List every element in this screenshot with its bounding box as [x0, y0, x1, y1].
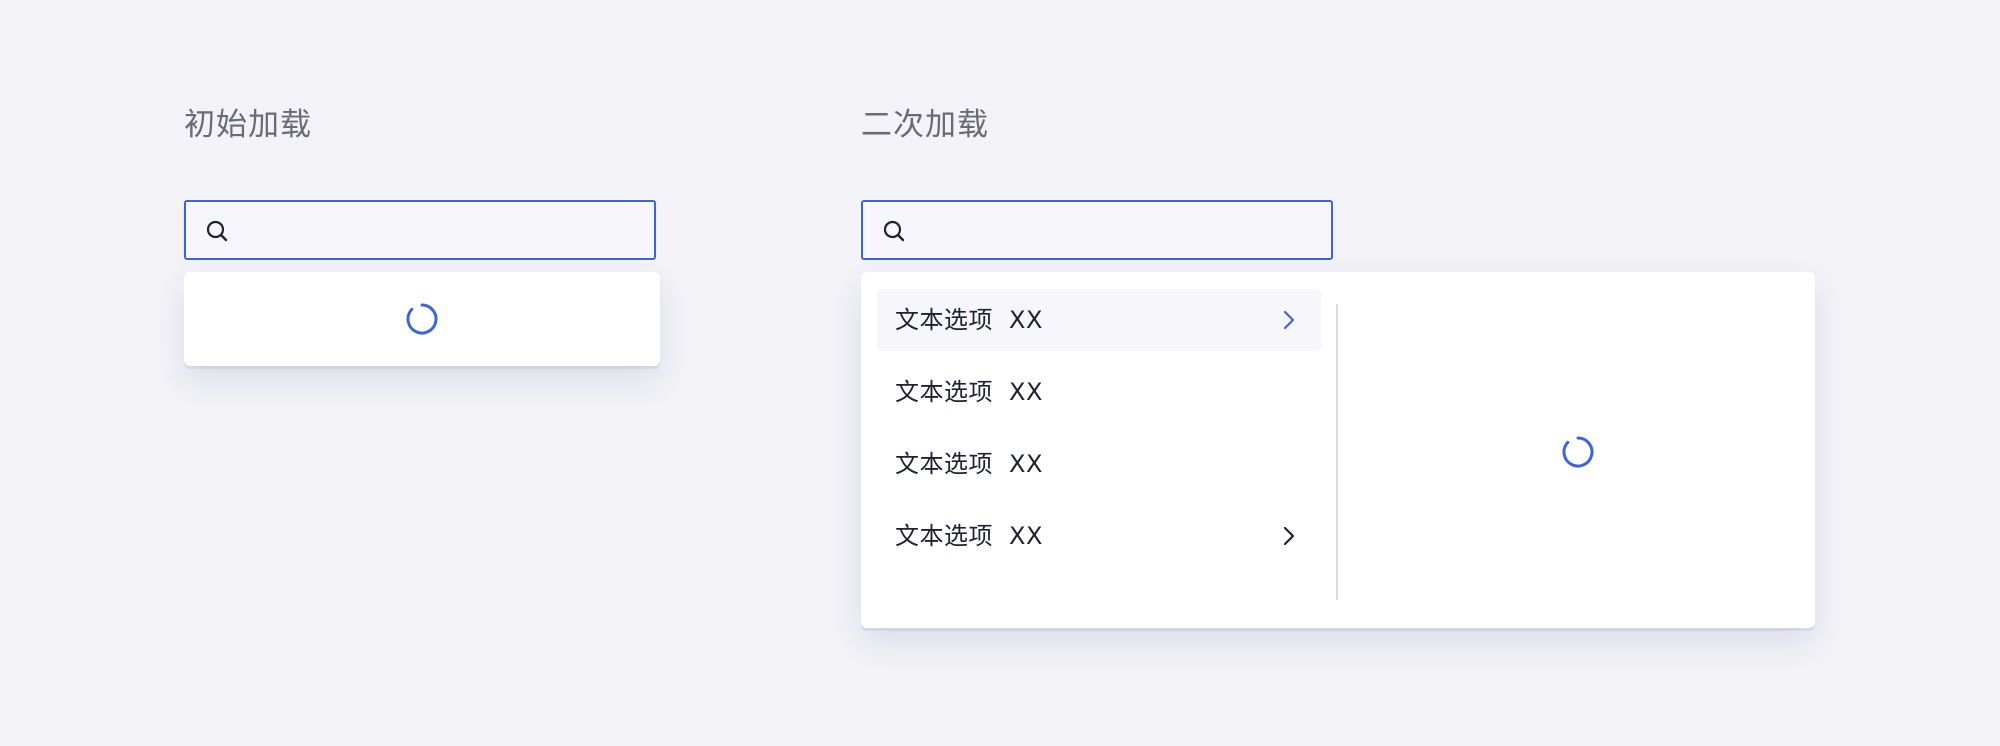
search-input[interactable]	[921, 210, 1319, 252]
search-icon	[206, 220, 228, 242]
search-input[interactable]	[244, 210, 642, 252]
option-suffix: XX	[1009, 522, 1043, 550]
dropdown-panel	[184, 272, 660, 366]
option-suffix: XX	[1009, 450, 1043, 478]
option-suffix: XX	[1009, 306, 1043, 334]
loading-spinner-icon	[1562, 436, 1594, 468]
search-icon	[883, 220, 905, 242]
chevron-right-icon	[1283, 526, 1295, 546]
list-item[interactable]: 文本选项 XX	[877, 505, 1321, 567]
option-label: 文本选项	[895, 450, 993, 478]
option-label: 文本选项	[895, 522, 993, 550]
chevron-right-icon	[1283, 310, 1295, 330]
list-item[interactable]: 文本选项 XX	[877, 289, 1321, 351]
list-item[interactable]: 文本选项 XX	[877, 361, 1321, 423]
section-title: 二次加载	[861, 107, 989, 143]
cascader-panel: 文本选项 XX 文本选项 XX 文本选项 XX 文本选项 XX	[861, 272, 1815, 628]
option-label: 文本选项	[895, 306, 993, 334]
search-field[interactable]	[184, 200, 656, 260]
option-label: 文本选项	[895, 378, 993, 406]
option-suffix: XX	[1009, 378, 1043, 406]
list-item[interactable]: 文本选项 XX	[877, 433, 1321, 495]
loading-spinner-icon	[406, 303, 438, 335]
column-divider	[1336, 304, 1338, 600]
section-title: 初始加载	[184, 107, 312, 143]
search-field[interactable]	[861, 200, 1333, 260]
